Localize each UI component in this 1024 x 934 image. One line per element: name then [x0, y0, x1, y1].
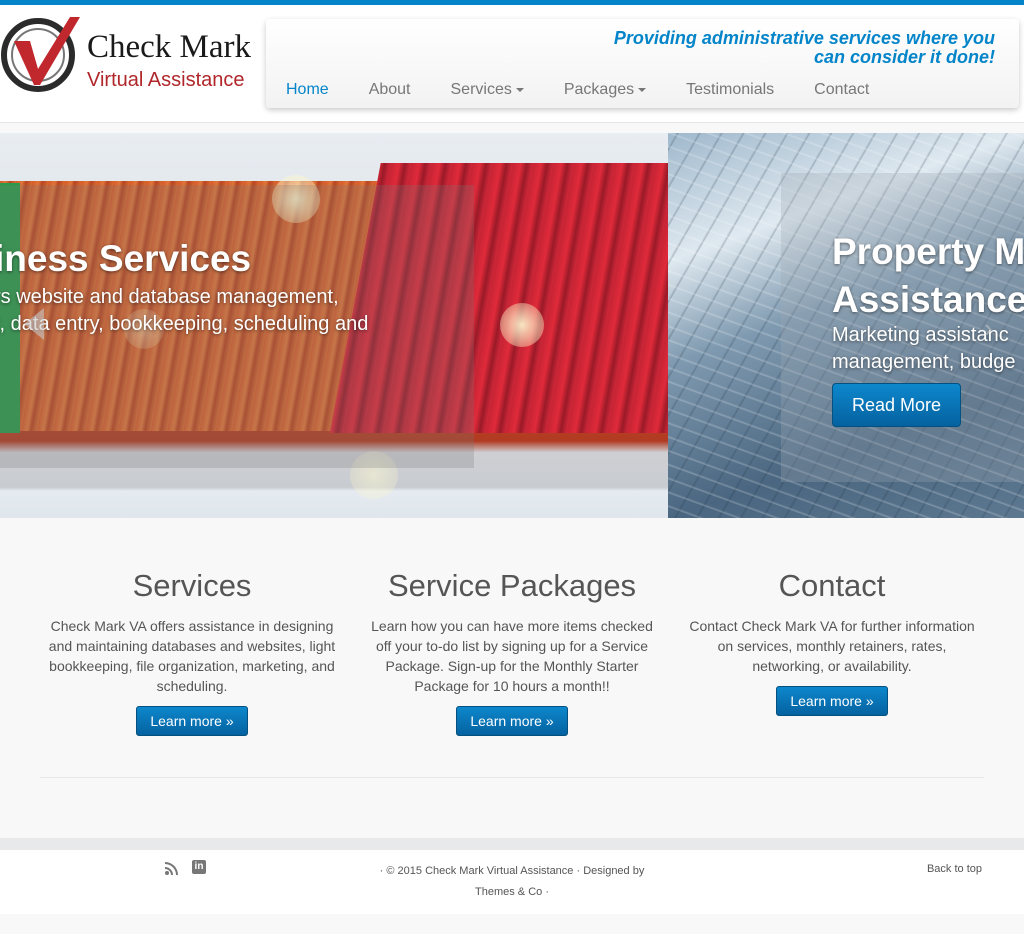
designer-link[interactable]: Themes & Co ·: [362, 882, 662, 903]
feature-service-packages: Service Packages Learn how you can have …: [362, 568, 662, 736]
feature-services: Services Check Mark VA offers assistance…: [42, 568, 342, 736]
learn-more-contact-button[interactable]: Learn more »: [776, 686, 888, 716]
slide-text: rs website and database management, t, d…: [0, 284, 368, 338]
feature-title: Contact: [778, 568, 886, 603]
copyright-line-1: · © 2015 Check Mark Virtual Assistance ·…: [379, 865, 645, 877]
logo-subtitle: Virtual Assistance: [87, 69, 245, 91]
feature-text: Contact Check Mark VA for further inform…: [689, 618, 975, 674]
hero-carousel: iness Services rs website and database m…: [0, 133, 1024, 518]
learn-more-services-button[interactable]: Learn more »: [136, 706, 248, 736]
nav-packages[interactable]: Packages: [544, 81, 666, 103]
feature-text: Check Mark VA offers assistance in desig…: [48, 618, 336, 694]
features-section: Services Check Mark VA offers assistance…: [0, 518, 1024, 838]
slide-text-line-2: t, data entry, bookkeeping, scheduling a…: [0, 313, 369, 335]
read-more-button[interactable]: Read More: [832, 383, 961, 427]
slide-text-line-1: rs website and database management,: [0, 286, 339, 308]
feature-text: Learn how you can have more items checke…: [371, 618, 653, 694]
caret-down-icon: [515, 87, 524, 92]
nav-testimonials[interactable]: Testimonials: [666, 81, 794, 103]
tagline: Providing administrative services where …: [614, 29, 995, 67]
nav-home-label: Home: [286, 81, 329, 98]
nav-contact-label: Contact: [814, 81, 870, 98]
feature-title: Services: [132, 568, 252, 603]
nav-services[interactable]: Services: [431, 81, 544, 103]
bokeh-light: [500, 303, 544, 347]
section-divider: [40, 777, 984, 778]
nav-about[interactable]: About: [349, 81, 431, 103]
nav-panel: Providing administrative services where …: [266, 19, 1019, 108]
tagline-line-2: can consider it done!: [813, 47, 995, 67]
nav-about-label: About: [368, 81, 411, 98]
main-nav: Home About Services Packages Testimonial…: [266, 81, 889, 103]
slide-business-services: iness Services rs website and database m…: [0, 133, 668, 518]
social-links: in: [164, 860, 206, 876]
linkedin-icon[interactable]: in: [192, 860, 206, 874]
site-footer: in · © 2015 Check Mark Virtual Assistanc…: [0, 850, 1024, 914]
nav-testimonials-label: Testimonials: [686, 81, 775, 98]
slide-title: Property M Assistance: [832, 228, 1024, 324]
rss-icon[interactable]: [164, 860, 180, 876]
nav-contact[interactable]: Contact: [794, 81, 889, 103]
back-to-top-link[interactable]: Back to top: [927, 863, 982, 875]
slide-title-line-2: Assistance: [832, 279, 1024, 320]
logo-title: Check Mark: [87, 29, 252, 65]
caret-down-icon: [638, 87, 647, 92]
nav-packages-label: Packages: [563, 81, 635, 98]
site-header: Check Mark Virtual Assistance Providing …: [0, 5, 1024, 123]
checkmark-logo-icon: [1, 17, 80, 92]
feature-title: Service Packages: [387, 568, 637, 603]
nav-services-label: Services: [450, 81, 512, 98]
carousel-prev-arrow-icon[interactable]: [24, 308, 44, 340]
feature-contact: Contact Contact Check Mark VA for furthe…: [682, 568, 982, 716]
copyright: · © 2015 Check Mark Virtual Assistance ·…: [362, 861, 662, 903]
slide-text-line-2: management, budge: [832, 351, 1016, 373]
logo[interactable]: Check Mark Virtual Assistance: [0, 13, 260, 98]
nav-home[interactable]: Home: [266, 81, 349, 103]
learn-more-packages-button[interactable]: Learn more »: [456, 706, 568, 736]
slide-property-management: Property M Assistance Marketing assistan…: [668, 133, 1024, 518]
tagline-line-1: Providing administrative services where …: [613, 28, 995, 48]
slide-title-line-1: Property M: [832, 231, 1024, 272]
footer-band: [0, 838, 1024, 850]
slide-title: iness Services: [0, 238, 252, 279]
carousel-next-arrow-icon[interactable]: ›: [984, 313, 993, 344]
